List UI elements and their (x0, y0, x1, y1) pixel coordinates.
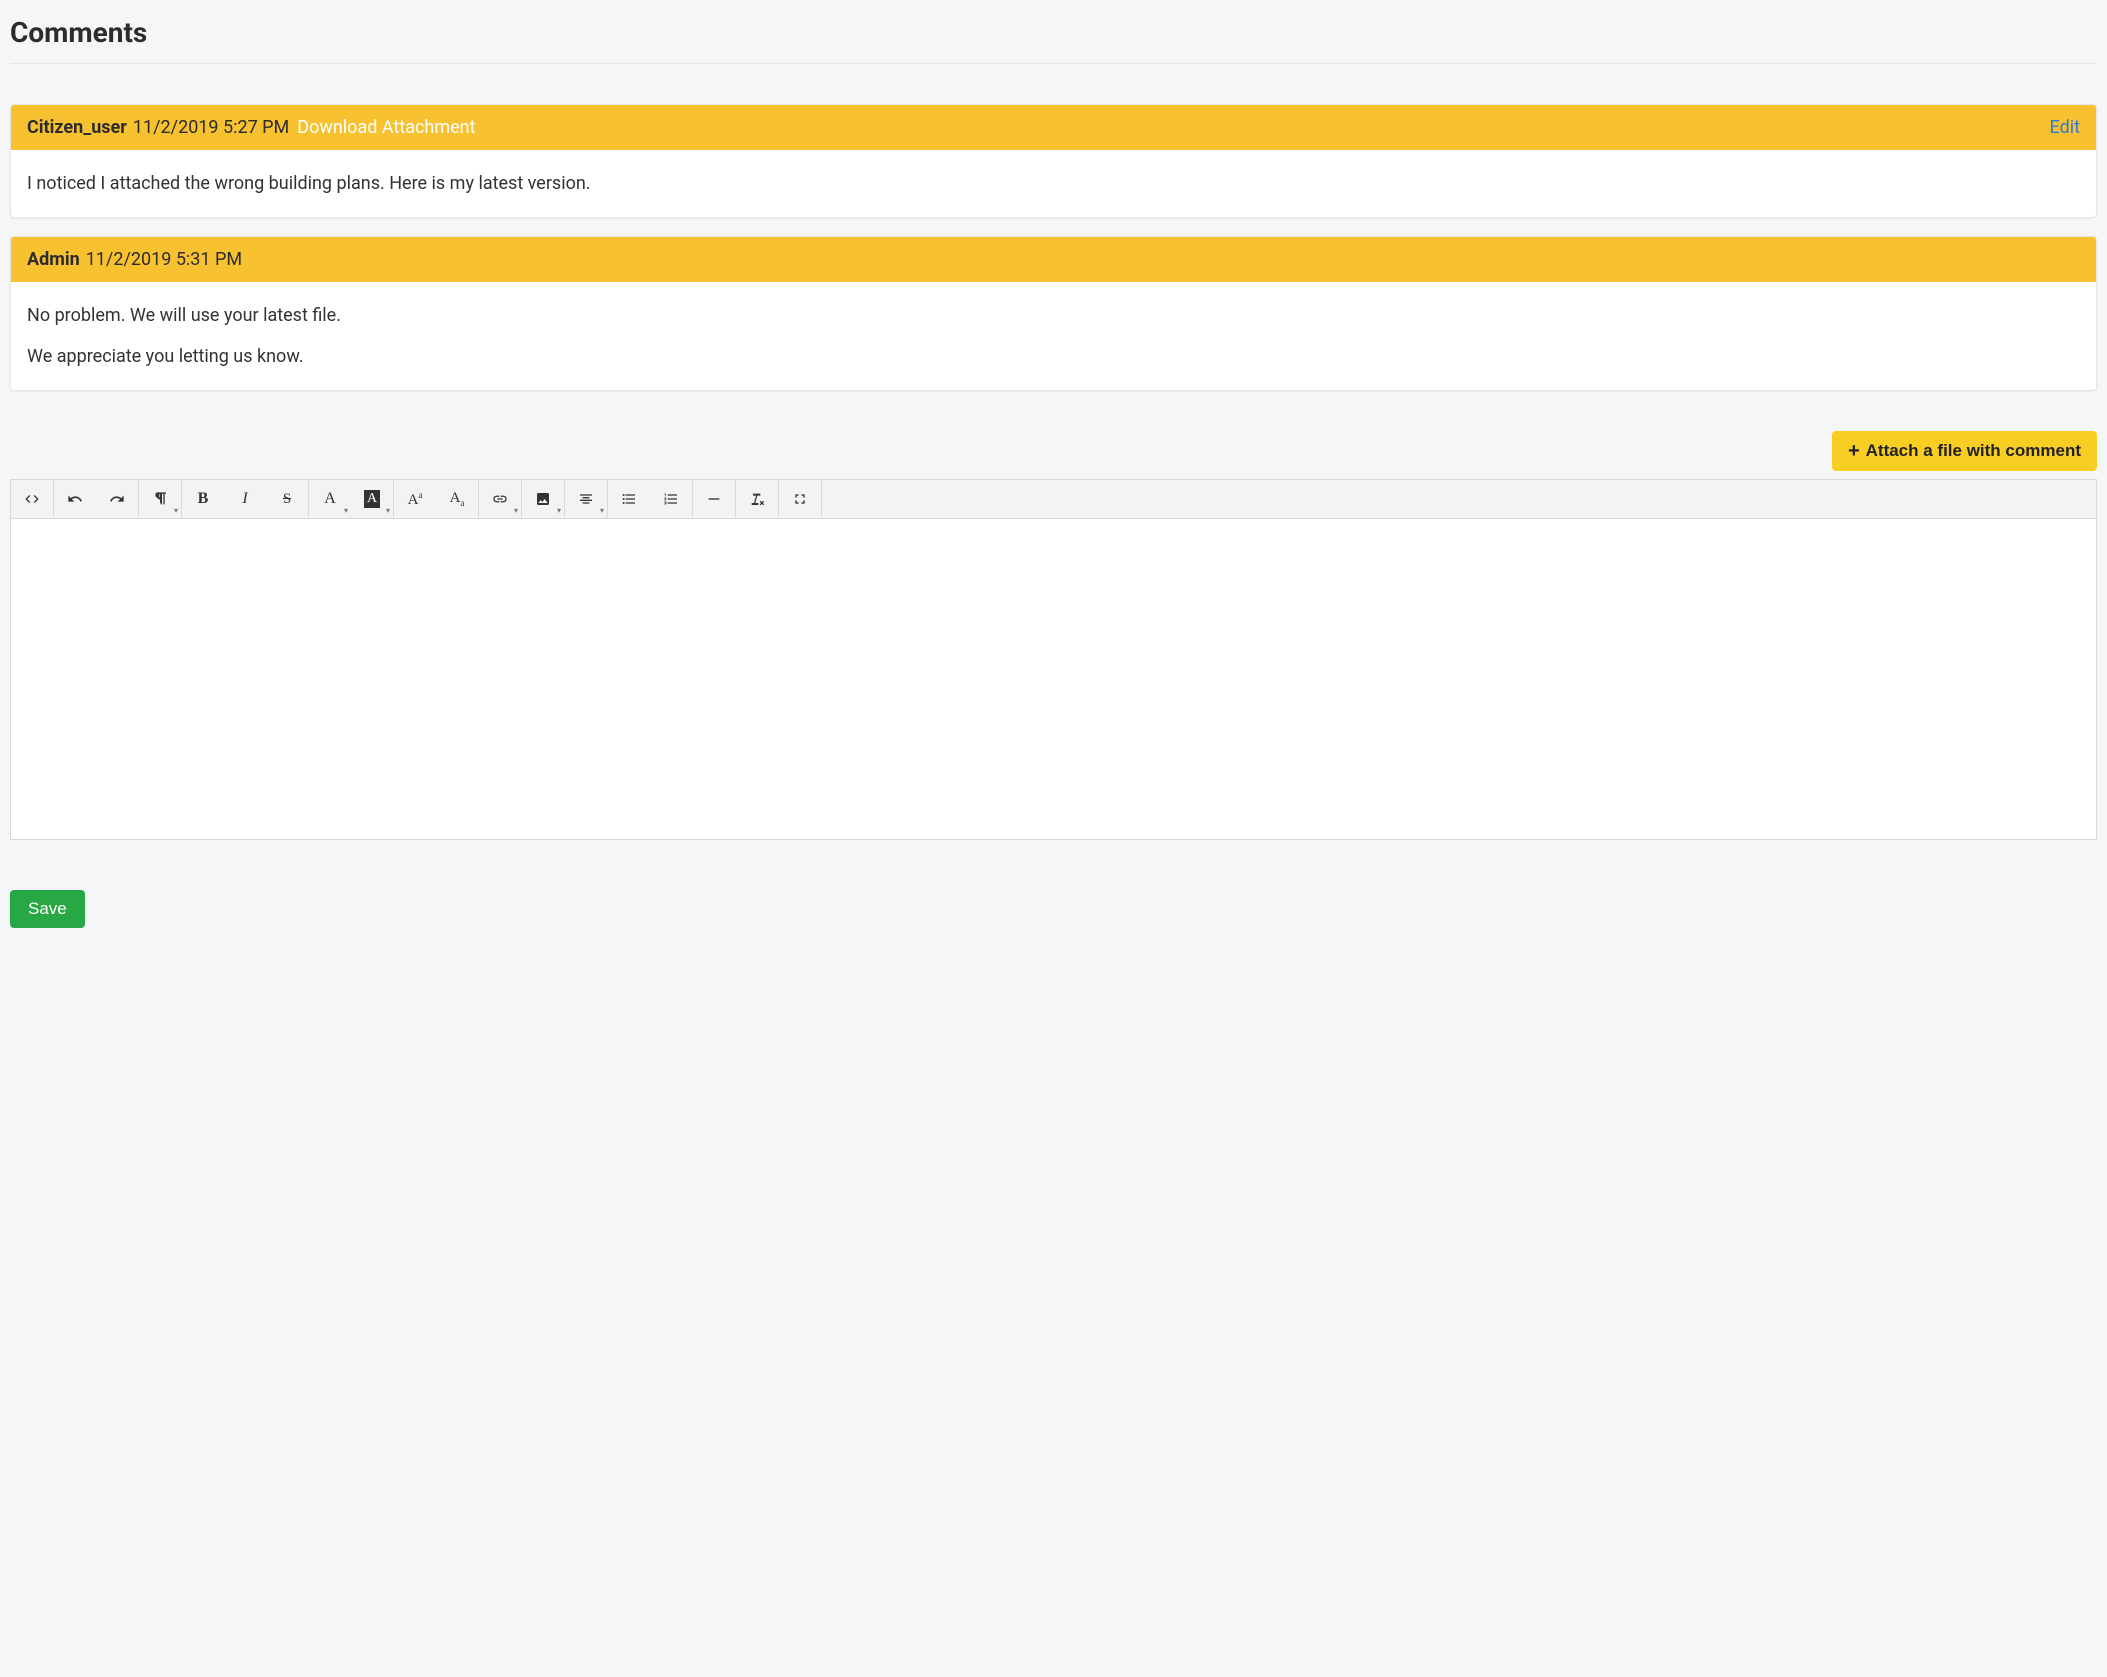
text-color-button[interactable]: A ▾ (309, 480, 351, 518)
chevron-down-icon: ▾ (600, 506, 604, 515)
subscript-icon: Aa (450, 490, 465, 508)
clear-formatting-button[interactable] (736, 480, 778, 518)
chevron-down-icon: ▾ (174, 506, 178, 515)
redo-icon (109, 491, 125, 507)
superscript-icon: Aa (408, 490, 423, 509)
undo-icon (67, 491, 83, 507)
strikethrough-button[interactable]: S (266, 480, 308, 518)
rich-text-editor: ▾ B I S A ▾ A ▾ Aa Aa (10, 479, 2097, 840)
redo-button[interactable] (96, 480, 138, 518)
horizontal-line-button[interactable] (693, 480, 735, 518)
fullscreen-button[interactable] (779, 480, 821, 518)
comment-author: Citizen_user (27, 117, 127, 138)
ordered-list-icon (663, 491, 679, 507)
code-view-button[interactable] (11, 480, 53, 518)
comment-card: Admin 11/2/2019 5:31 PM No problem. We w… (10, 236, 2097, 391)
paragraph-icon (152, 491, 168, 507)
chevron-down-icon: ▾ (557, 506, 561, 515)
unordered-list-button[interactable] (608, 480, 650, 518)
attach-file-button[interactable]: + Attach a file with comment (1832, 431, 2097, 471)
editor-toolbar: ▾ B I S A ▾ A ▾ Aa Aa (11, 480, 2096, 519)
attach-file-label: Attach a file with comment (1866, 441, 2081, 461)
edit-comment-link[interactable]: Edit (2050, 117, 2080, 138)
page-title: Comments (10, 10, 2097, 64)
superscript-button[interactable]: Aa (394, 480, 436, 518)
paragraph-format-button[interactable]: ▾ (139, 480, 181, 518)
chevron-down-icon: ▾ (514, 506, 518, 515)
link-icon (492, 491, 508, 507)
comment-date: 11/2/2019 5:27 PM (133, 117, 289, 138)
save-button[interactable]: Save (10, 890, 85, 928)
back-color-icon: A (364, 490, 380, 507)
comment-author: Admin (27, 249, 80, 270)
download-attachment-link[interactable]: Download Attachment (297, 117, 475, 138)
comment-date: 11/2/2019 5:31 PM (86, 249, 242, 270)
comment-header: Admin 11/2/2019 5:31 PM (11, 237, 2096, 282)
clear-format-icon (749, 491, 765, 507)
chevron-down-icon: ▾ (344, 506, 348, 515)
editor-textarea[interactable] (11, 519, 2096, 839)
insert-link-button[interactable]: ▾ (479, 480, 521, 518)
comment-body: I noticed I attached the wrong building … (11, 150, 2096, 217)
text-color-icon: A (324, 490, 336, 508)
background-color-button[interactable]: A ▾ (351, 480, 393, 518)
align-icon (578, 491, 594, 507)
comment-body: No problem. We will use your latest file… (11, 282, 2096, 390)
comment-text: I noticed I attached the wrong building … (27, 170, 2080, 197)
chevron-down-icon: ▾ (386, 506, 390, 515)
plus-icon: + (1848, 441, 1860, 461)
horizontal-line-icon (706, 491, 722, 507)
insert-image-button[interactable]: ▾ (522, 480, 564, 518)
comment-header: Citizen_user 11/2/2019 5:27 PM Download … (11, 105, 2096, 150)
align-button[interactable]: ▾ (565, 480, 607, 518)
comment-text: No problem. We will use your latest file… (27, 302, 2080, 329)
italic-button[interactable]: I (224, 480, 266, 518)
comment-card: Citizen_user 11/2/2019 5:27 PM Download … (10, 104, 2097, 218)
fullscreen-icon (792, 491, 808, 507)
comment-text: We appreciate you letting us know. (27, 343, 2080, 370)
image-icon (535, 491, 551, 507)
code-icon (24, 491, 40, 507)
bold-button[interactable]: B (182, 480, 224, 518)
ordered-list-button[interactable] (650, 480, 692, 518)
undo-button[interactable] (54, 480, 96, 518)
subscript-button[interactable]: Aa (436, 480, 478, 518)
unordered-list-icon (621, 491, 637, 507)
